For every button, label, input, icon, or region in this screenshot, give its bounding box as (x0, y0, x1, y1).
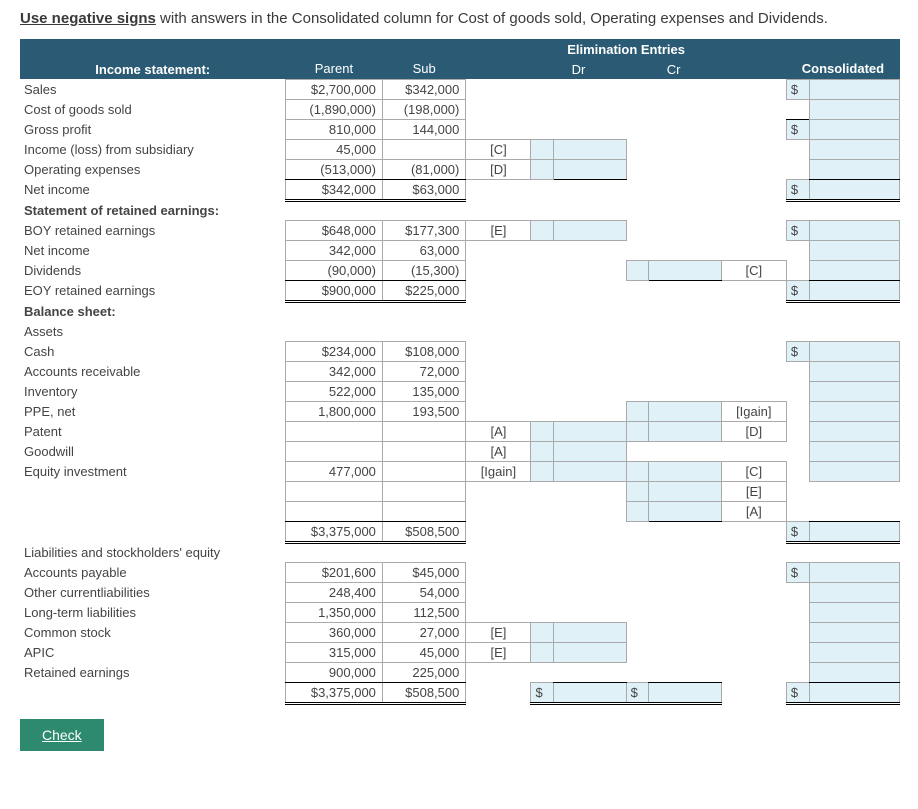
patent-cr-input[interactable] (649, 421, 722, 441)
col-income-stmt: Income statement: (20, 59, 285, 79)
row-cash: Cash $234,000 $108,000 $ (20, 341, 900, 361)
ni-cons-input[interactable] (809, 179, 899, 200)
row-blank2: [A] (20, 501, 900, 521)
boyre-dr-input[interactable] (553, 220, 626, 240)
gw-cons-input[interactable] (809, 441, 899, 461)
sre-header: Statement of retained earnings: (20, 200, 285, 220)
cogs-cons-input[interactable] (809, 99, 899, 119)
row-income-subsidiary: Income (loss) from subsidiary 45,000 [C] (20, 139, 900, 159)
tot2-cr-input[interactable] (649, 682, 722, 703)
col-dr: Dr (531, 59, 626, 79)
eqinv-cr-input[interactable] (649, 461, 722, 481)
row-blank1: [E] (20, 481, 900, 501)
row-ppe: PPE, net 1,800,000 193,500 [Igain] (20, 401, 900, 421)
worksheet-table: Elimination Entries Income statement: Pa… (20, 39, 900, 705)
eoyre-cons-input[interactable] (809, 280, 899, 301)
row-cs: Common stock 360,000 27,000 [E] (20, 622, 900, 642)
eqinv-cons-input[interactable] (809, 461, 899, 481)
inv-cons-input[interactable] (809, 381, 899, 401)
row-cogs: Cost of goods sold (1,890,000) (198,000) (20, 99, 900, 119)
incsub-dr-input[interactable] (553, 139, 626, 159)
row-dividends: Dividends (90,000) (15,300) [C] (20, 260, 900, 280)
cs-cons-input[interactable] (809, 622, 899, 642)
row-apic: APIC 315,000 45,000 [E] (20, 642, 900, 662)
row-total-assets: $3,375,000 $508,500 $ (20, 521, 900, 542)
row-boy-re: BOY retained earnings $648,000 $177,300 … (20, 220, 900, 240)
row-ap: Accounts payable $201,600 $45,000 $ (20, 562, 900, 582)
check-button[interactable]: Check (20, 719, 104, 751)
row-opex: Operating expenses (513,000) (81,000) [D… (20, 159, 900, 179)
ppe-cons-input[interactable] (809, 401, 899, 421)
cs-dr-input[interactable] (553, 622, 626, 642)
row-inventory: Inventory 522,000 135,000 (20, 381, 900, 401)
sales-cons-sym: $ (786, 79, 809, 99)
row-patent: Patent [A] [D] (20, 421, 900, 441)
col-cr: Cr (626, 59, 721, 79)
row-ltl: Long-term liabilities 1,350,000 112,500 (20, 602, 900, 622)
blank2-cr-input[interactable] (649, 501, 722, 521)
patent-cons-input[interactable] (809, 421, 899, 441)
ap-cons-input[interactable] (809, 562, 899, 582)
ppe-cr-input[interactable] (649, 401, 722, 421)
assets-label: Assets (20, 321, 285, 341)
sales-cons-input[interactable] (809, 79, 899, 99)
bs-header: Balance sheet: (20, 301, 285, 321)
elimination-header: Elimination Entries (466, 39, 786, 59)
row-equity-inv: Equity investment 477,000 [Igain] [C] (20, 461, 900, 481)
row-ocl: Other currentliabilities 248,400 54,000 (20, 582, 900, 602)
totassets-cons-input[interactable] (809, 521, 899, 542)
row-gross-profit: Gross profit 810,000 144,000 $ (20, 119, 900, 139)
gp-cons-input[interactable] (809, 119, 899, 139)
eqinv-dr-input[interactable] (553, 461, 626, 481)
col-sub: Sub (382, 59, 465, 79)
incsub-cons-input[interactable] (809, 139, 899, 159)
patent-dr-input[interactable] (553, 421, 626, 441)
col-consolidated: Consolidated (786, 59, 899, 79)
tot2-cons-input[interactable] (809, 682, 899, 703)
row-retained-earnings: Retained earnings 900,000 225,000 (20, 662, 900, 682)
opex-cons-input[interactable] (809, 159, 899, 179)
apic-dr-input[interactable] (553, 642, 626, 662)
re3-cons-input[interactable] (809, 662, 899, 682)
lse-label: Liabilities and stockholders' equity (20, 542, 285, 562)
row-goodwill: Goodwill [A] (20, 441, 900, 461)
gw-dr-input[interactable] (553, 441, 626, 461)
opex-dr-input[interactable] (553, 159, 626, 179)
row-eoy-re: EOY retained earnings $900,000 $225,000 … (20, 280, 900, 301)
row-net-income: Net income $342,000 $63,000 $ (20, 179, 900, 200)
ar-cons-input[interactable] (809, 361, 899, 381)
row-ni2: Net income 342,000 63,000 (20, 240, 900, 260)
row-total-lse: $3,375,000 $508,500 $ $ $ (20, 682, 900, 703)
div-cons-input[interactable] (809, 260, 899, 280)
col-parent: Parent (285, 59, 382, 79)
ltl-cons-input[interactable] (809, 602, 899, 622)
row-sales: Sales $2,700,000 $342,000 $ (20, 79, 900, 99)
tot2-dr-input[interactable] (553, 682, 626, 703)
ocl-cons-input[interactable] (809, 582, 899, 602)
cash-cons-input[interactable] (809, 341, 899, 361)
div-cr-input[interactable] (649, 260, 722, 280)
boyre-cons-input[interactable] (809, 220, 899, 240)
instruction-text: Use negative signs with answers in the C… (20, 10, 898, 27)
apic-cons-input[interactable] (809, 642, 899, 662)
blank1-cr-input[interactable] (649, 481, 722, 501)
row-ar: Accounts receivable 342,000 72,000 (20, 361, 900, 381)
ni2-cons-input[interactable] (809, 240, 899, 260)
